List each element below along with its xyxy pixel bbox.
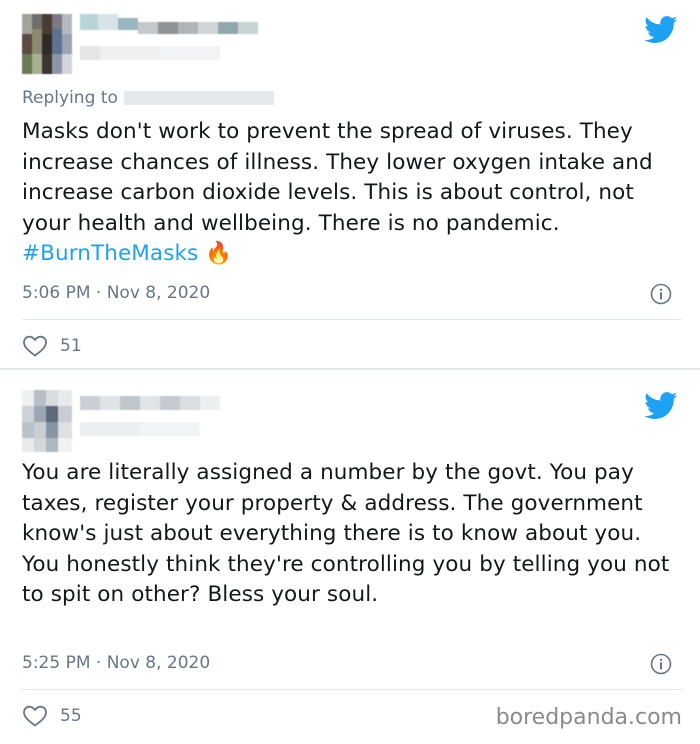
tweet-text: You are literally assigned a number by t… — [22, 458, 682, 611]
avatar[interactable] — [22, 390, 72, 452]
like-action[interactable]: 51 — [22, 334, 82, 358]
avatar[interactable] — [22, 14, 72, 74]
divider — [22, 689, 682, 690]
display-name[interactable] — [80, 14, 260, 74]
fire-emoji: 🔥 — [205, 241, 233, 266]
info-icon[interactable] — [650, 653, 672, 675]
heart-icon[interactable] — [22, 334, 48, 358]
reply-handle[interactable] — [123, 91, 274, 105]
hashtag-link[interactable]: #BurnTheMasks — [22, 241, 198, 266]
replying-to: Replying to — [22, 88, 274, 108]
twitter-bird-icon — [644, 392, 678, 419]
like-count: 55 — [60, 706, 82, 726]
display-name[interactable] — [80, 390, 260, 440]
replying-label: Replying to — [22, 88, 118, 108]
watermark: boredpanda.com — [495, 705, 682, 730]
heart-icon[interactable] — [22, 704, 48, 728]
like-action[interactable]: 55 — [22, 704, 82, 728]
like-count: 51 — [60, 336, 82, 356]
tweet-body: You are literally assigned a number by t… — [22, 460, 670, 607]
twitter-bird-icon — [644, 16, 678, 43]
divider — [22, 319, 682, 320]
info-icon[interactable] — [650, 283, 672, 305]
tweet-card[interactable]: Replying to Masks don't work to prevent … — [0, 0, 700, 370]
tweet-card[interactable]: You are literally assigned a number by t… — [0, 370, 700, 744]
timestamp[interactable]: 5:25 PM · Nov 8, 2020 — [22, 653, 210, 673]
tweet-text: Masks don't work to prevent the spread o… — [22, 117, 682, 270]
timestamp[interactable]: 5:06 PM · Nov 8, 2020 — [22, 283, 210, 303]
tweet-body: Masks don't work to prevent the spread o… — [22, 119, 653, 236]
